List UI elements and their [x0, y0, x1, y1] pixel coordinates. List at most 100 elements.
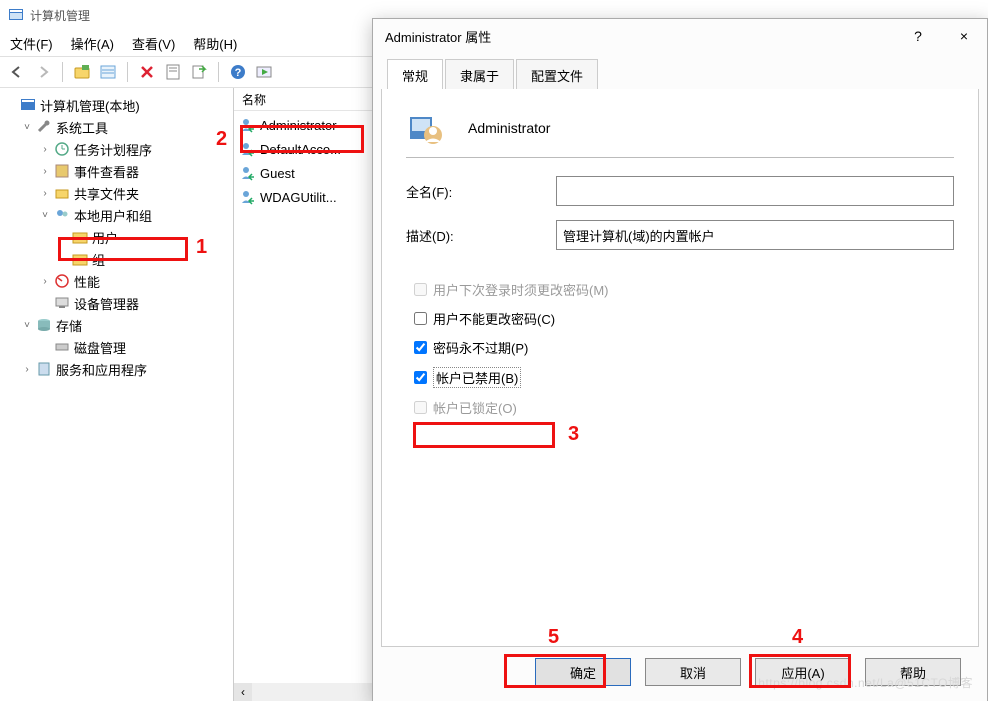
- tree-performance[interactable]: 性能: [74, 272, 100, 291]
- close-button[interactable]: ×: [941, 21, 987, 51]
- tree-users[interactable]: 用户: [92, 228, 118, 247]
- annotation-label-1: 1: [196, 236, 207, 259]
- menu-help[interactable]: 帮助(H): [193, 34, 237, 53]
- check-change-next: 用户下次登录时须更改密码(M): [414, 280, 954, 299]
- expand-icon[interactable]: ›: [38, 274, 52, 288]
- menu-file[interactable]: 文件(F): [10, 34, 53, 53]
- expand-icon[interactable]: ›: [20, 362, 34, 376]
- toolbar-sep: [218, 62, 219, 82]
- chk-never-expire-box[interactable]: [414, 341, 427, 354]
- annotation-label-2: 2: [216, 128, 227, 151]
- folder-icon: [72, 251, 88, 267]
- disk-icon: [54, 339, 70, 355]
- chk-cannot-change-box[interactable]: [414, 312, 427, 325]
- blank-twist: [56, 252, 70, 266]
- help-icon[interactable]: ?: [227, 61, 249, 83]
- tab-profile[interactable]: 配置文件: [516, 59, 598, 90]
- chk-change-next-lbl: 用户下次登录时须更改密码(M): [433, 280, 609, 299]
- device-icon: [54, 295, 70, 311]
- folder-icon: [72, 229, 88, 245]
- check-never-expire[interactable]: 密码永不过期(P): [414, 338, 954, 357]
- back-button[interactable]: [6, 61, 28, 83]
- computer-icon: [20, 97, 36, 113]
- expand-icon[interactable]: ˅: [20, 318, 34, 332]
- annotation-label-3: 3: [568, 423, 579, 446]
- tree-root[interactable]: 计算机管理(本地): [40, 96, 140, 115]
- tree-pane[interactable]: 计算机管理(本地) ˅ 系统工具 › 任务计划程序 › 事件查看器 › 共享文件夹 ˅ 本…: [0, 88, 234, 701]
- tree-disk-management[interactable]: 磁盘管理: [74, 338, 126, 357]
- chk-locked-lbl: 帐户已锁定(O): [433, 398, 517, 417]
- scroll-left-icon[interactable]: ‹: [234, 683, 252, 701]
- tree-services-apps[interactable]: 服务和应用程序: [56, 360, 147, 379]
- label-description: 描述(D):: [406, 226, 556, 245]
- menu-action[interactable]: 操作(A): [71, 34, 114, 53]
- tree-local-users-groups[interactable]: 本地用户和组: [74, 206, 152, 225]
- perf-icon: [54, 273, 70, 289]
- chk-disabled-box[interactable]: [414, 371, 427, 384]
- cancel-button[interactable]: 取消: [645, 658, 741, 686]
- fullname-field[interactable]: [556, 176, 954, 206]
- user-arrow-icon: [240, 117, 256, 133]
- event-icon: [54, 163, 70, 179]
- users-icon: [54, 207, 70, 223]
- tab-strip: 常规 隶属于 配置文件: [381, 61, 979, 90]
- export-icon[interactable]: [188, 61, 210, 83]
- tree-groups[interactable]: 组: [92, 250, 105, 269]
- tab-general[interactable]: 常规: [387, 59, 443, 90]
- run-icon[interactable]: [253, 61, 275, 83]
- tree-storage[interactable]: 存储: [56, 316, 82, 335]
- separator: [406, 157, 954, 158]
- twisty-icon[interactable]: [4, 98, 18, 112]
- expand-icon[interactable]: ›: [38, 164, 52, 178]
- app-icon: [8, 7, 24, 23]
- blank-twist: [56, 230, 70, 244]
- new-folder-icon[interactable]: [71, 61, 93, 83]
- properties-icon[interactable]: [162, 61, 184, 83]
- toolbar-sep: [62, 62, 63, 82]
- details-icon[interactable]: [97, 61, 119, 83]
- blank-twist: [38, 296, 52, 310]
- user-arrow-icon: [240, 141, 256, 157]
- expand-icon[interactable]: ›: [38, 186, 52, 200]
- ok-button[interactable]: 确定: [535, 658, 631, 686]
- check-disabled[interactable]: 帐户已禁用(B): [414, 367, 954, 388]
- check-locked: 帐户已锁定(O): [414, 398, 954, 417]
- dialog-title: Administrator 属性: [385, 27, 491, 46]
- user-name: Administrator: [260, 118, 337, 133]
- expand-icon[interactable]: ˅: [20, 120, 34, 134]
- svg-text:?: ?: [235, 67, 242, 79]
- chk-never-expire-lbl: 密码永不过期(P): [433, 338, 528, 357]
- delete-icon[interactable]: [136, 61, 158, 83]
- tree-shared-folders[interactable]: 共享文件夹: [74, 184, 139, 203]
- tools-icon: [36, 119, 52, 135]
- user-name: WDAGUtilit...: [260, 190, 337, 205]
- label-fullname: 全名(F):: [406, 182, 556, 201]
- clock-icon: [54, 141, 70, 157]
- tab-memberof[interactable]: 隶属于: [445, 59, 514, 90]
- tree-task-scheduler[interactable]: 任务计划程序: [74, 140, 152, 159]
- user-display-name: Administrator: [468, 120, 550, 136]
- user-arrow-icon: [240, 189, 256, 205]
- tab-page-general: Administrator 全名(F): 描述(D): 用户下次登录时须更改密码…: [381, 89, 979, 647]
- annotation-label-5: 5: [548, 626, 559, 649]
- tree-event-viewer[interactable]: 事件查看器: [74, 162, 139, 181]
- check-cannot-change[interactable]: 用户不能更改密码(C): [414, 309, 954, 328]
- chk-locked-box: [414, 401, 427, 414]
- blank-twist: [38, 340, 52, 354]
- share-icon: [54, 185, 70, 201]
- forward-button[interactable]: [32, 61, 54, 83]
- user-name: Guest: [260, 166, 295, 181]
- properties-dialog: Administrator 属性 ? × 常规 隶属于 配置文件 Adminis…: [372, 18, 988, 701]
- description-field[interactable]: [556, 220, 954, 250]
- expand-icon[interactable]: ›: [38, 142, 52, 156]
- expand-icon[interactable]: ˅: [38, 208, 52, 222]
- user-head-icon: [406, 109, 444, 147]
- help-button[interactable]: ?: [895, 21, 941, 51]
- tree-device-manager[interactable]: 设备管理器: [74, 294, 139, 313]
- menu-view[interactable]: 查看(V): [132, 34, 175, 53]
- annotation-label-4: 4: [792, 626, 803, 649]
- user-name: DefaultAcco...: [260, 142, 341, 157]
- dialog-titlebar[interactable]: Administrator 属性 ? ×: [373, 19, 987, 53]
- toolbar-sep: [127, 62, 128, 82]
- tree-system-tools[interactable]: 系统工具: [56, 118, 108, 137]
